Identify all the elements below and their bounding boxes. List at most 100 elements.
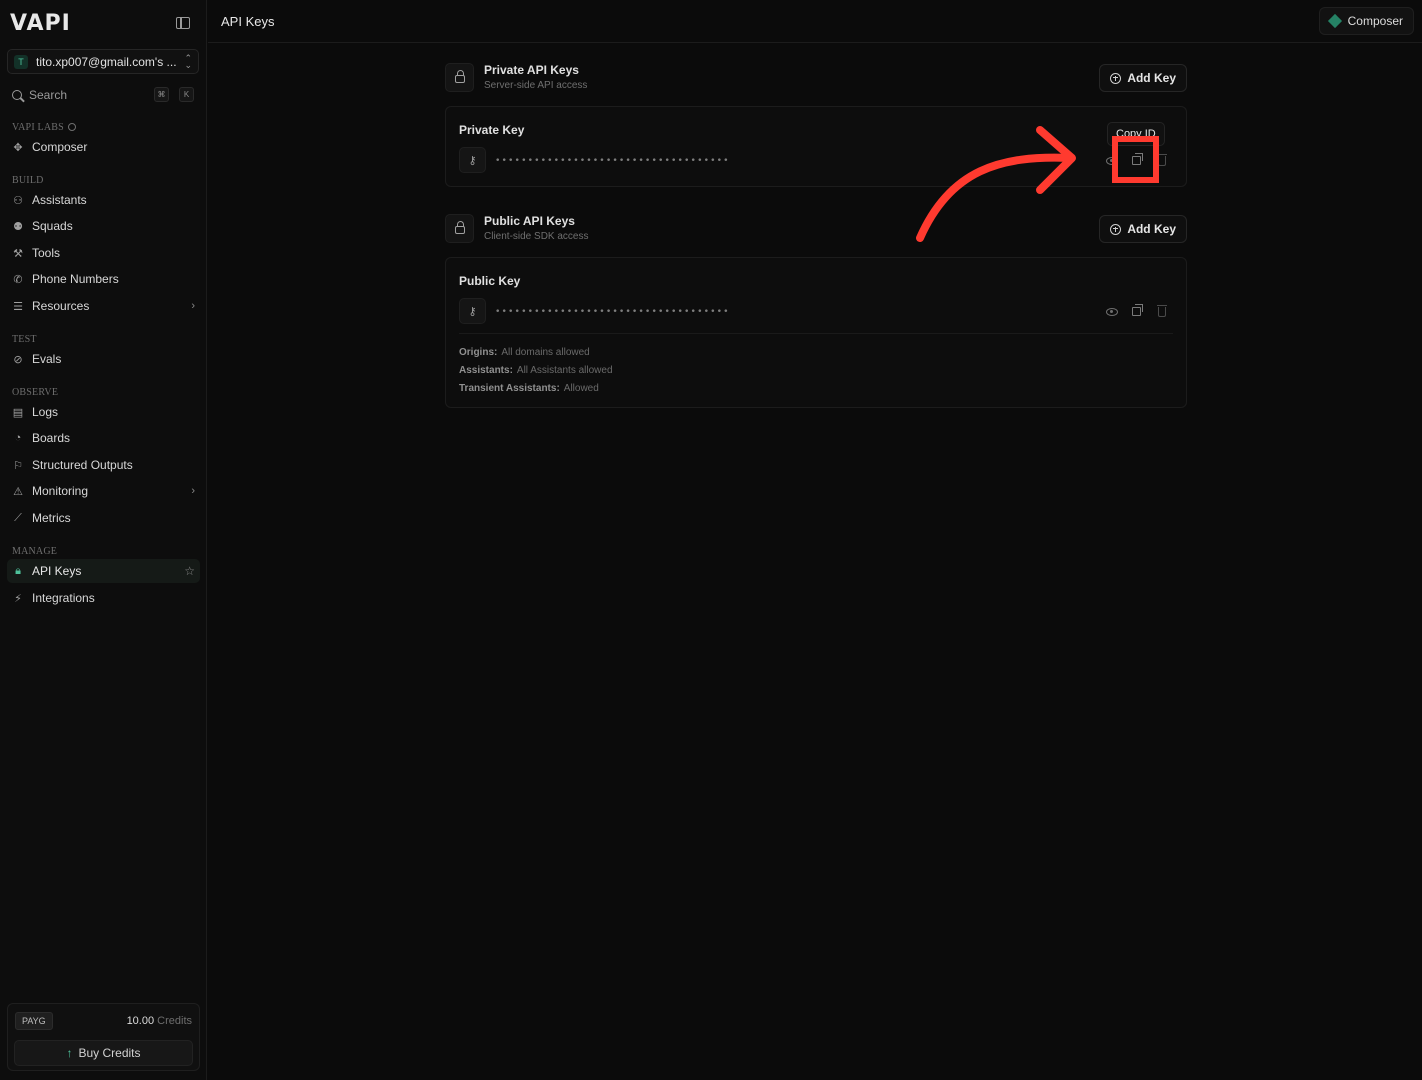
plus-circle-icon bbox=[1110, 72, 1122, 84]
chevron-right-icon: › bbox=[191, 485, 195, 497]
show-key-button[interactable] bbox=[1105, 154, 1118, 167]
section-label-test: TEST bbox=[12, 334, 37, 345]
sidebar-item-label: Phone Numbers bbox=[32, 272, 119, 286]
private-key-card: Private Key ⚷ ••••••••••••••••••••••••••… bbox=[445, 106, 1187, 187]
sidebar-item-label: Tools bbox=[32, 246, 61, 260]
star-icon[interactable]: ☆ bbox=[184, 564, 195, 578]
page-title: API Keys bbox=[221, 14, 275, 29]
sidebar-item-label: Resources bbox=[32, 299, 90, 313]
sliders-icon: ☰ bbox=[13, 300, 23, 313]
sidebar-item-label: Monitoring bbox=[32, 484, 89, 498]
arrow-up-icon: ↑ bbox=[66, 1046, 73, 1060]
plan-badge: PAYG bbox=[15, 1012, 53, 1030]
topbar: API Keys Composer bbox=[208, 0, 1422, 43]
trash-icon bbox=[1156, 304, 1167, 317]
search-input[interactable]: Search ⌘ K bbox=[7, 82, 199, 107]
add-public-key-button[interactable]: Add Key bbox=[1099, 215, 1187, 243]
show-key-button[interactable] bbox=[1105, 305, 1118, 318]
sidebar-item-label: Evals bbox=[32, 352, 62, 366]
sidebar-item-label: Assistants bbox=[32, 193, 87, 207]
public-keys-title: Public API Keys bbox=[484, 214, 575, 228]
wrench-icon: ⚒ bbox=[13, 247, 23, 260]
sidebar-item-api-keys[interactable]: 🔒︎ API Keys ☆ bbox=[7, 559, 200, 583]
add-private-key-button[interactable]: Add Key bbox=[1099, 64, 1187, 92]
private-key-title: Private Key bbox=[459, 123, 525, 137]
eye-icon bbox=[1105, 156, 1118, 165]
sidebar-item-metrics[interactable]: ⟋ Metrics bbox=[7, 506, 200, 530]
sidebar-item-composer[interactable]: ✥ Composer bbox=[7, 135, 200, 159]
sidebar-item-tools[interactable]: ⚒ Tools bbox=[7, 241, 200, 265]
assistants-row: Assistants: All Assistants allowed bbox=[459, 365, 613, 376]
sidebar-item-assistants[interactable]: ⚇ Assistants bbox=[7, 188, 200, 212]
search-placeholder: Search bbox=[29, 87, 68, 102]
composer-button[interactable]: Composer bbox=[1318, 7, 1414, 35]
sidebar-item-label: Metrics bbox=[32, 511, 71, 525]
sidebar-item-phone-numbers[interactable]: ✆ Phone Numbers bbox=[7, 267, 200, 291]
section-label-manage: MANAGE bbox=[12, 546, 58, 557]
lock-icon bbox=[454, 221, 465, 234]
kbd-cmd: ⌘ bbox=[154, 87, 169, 102]
sidebar-item-monitoring[interactable]: ⚠ Monitoring › bbox=[7, 479, 200, 503]
lock-icon: 🔒︎ bbox=[15, 564, 21, 577]
sidebar-item-resources[interactable]: ☰ Resources › bbox=[7, 294, 200, 318]
card-divider bbox=[459, 333, 1173, 334]
public-key-title: Public Key bbox=[459, 274, 521, 288]
transient-assistants-row: Transient Assistants: Allowed bbox=[459, 383, 599, 394]
copy-icon bbox=[1132, 153, 1143, 165]
gauge-icon: ◔ bbox=[14, 432, 22, 444]
credit-balance: 10.00 Credits bbox=[126, 1015, 192, 1027]
sidebar-item-label: Squads bbox=[32, 219, 73, 233]
composer-button-label: Composer bbox=[1347, 14, 1403, 28]
composer-icon: ✥ bbox=[13, 141, 23, 154]
sidebar-item-label: Structured Outputs bbox=[32, 458, 133, 472]
search-icon bbox=[12, 89, 22, 100]
copy-icon bbox=[1132, 304, 1143, 316]
line-chart-icon: ⟋ bbox=[14, 511, 22, 524]
org-avatar: T bbox=[14, 54, 28, 69]
key-icon: ⚷ bbox=[459, 298, 486, 324]
sidebar-item-label: Composer bbox=[32, 140, 88, 154]
copy-id-tooltip: Copy ID bbox=[1107, 122, 1165, 146]
sidebar-item-integrations[interactable]: ⚡︎ Integrations bbox=[7, 586, 200, 610]
org-name: tito.xp007@gmail.com's ... bbox=[36, 54, 177, 69]
public-lock-box bbox=[445, 214, 474, 243]
private-key-masked: •••••••••••••••••••••••••••••••••••• bbox=[495, 156, 730, 166]
section-label-observe: OBSERVE bbox=[12, 387, 59, 398]
sidebar-item-squads[interactable]: ⚉ Squads bbox=[7, 214, 200, 238]
sidebar-item-structured-outputs[interactable]: ⚐ Structured Outputs bbox=[7, 453, 200, 477]
buy-credits-label: Buy Credits bbox=[78, 1046, 141, 1060]
sidebar-item-boards[interactable]: ◔ Boards bbox=[7, 426, 200, 450]
composer-diamond-icon bbox=[1327, 13, 1342, 29]
section-label-labs: VAPI LABS bbox=[12, 122, 76, 133]
public-key-actions bbox=[1105, 304, 1168, 318]
chevron-updown-icon: ⌃ ⌄ bbox=[184, 52, 192, 70]
private-keys-header: Private API Keys Server-side API access … bbox=[445, 63, 1187, 95]
public-key-card: Public Key ⚷ •••••••••••••••••••••••••••… bbox=[445, 257, 1187, 408]
private-keys-title: Private API Keys bbox=[484, 63, 579, 77]
sidebar-item-label: Boards bbox=[32, 431, 71, 445]
sidebar-toggle-icon[interactable] bbox=[176, 17, 190, 29]
logo-row: VAPI bbox=[10, 10, 196, 36]
public-keys-subtitle: Client-side SDK access bbox=[484, 231, 589, 242]
sidebar: VAPI T tito.xp007@gmail.com's ... ⌃ ⌄ Sea… bbox=[0, 0, 207, 1080]
eye-icon bbox=[1105, 307, 1118, 316]
copy-key-button[interactable] bbox=[1130, 304, 1143, 318]
chevron-right-icon: › bbox=[191, 300, 195, 312]
copy-key-button[interactable] bbox=[1130, 153, 1143, 167]
user-icon: ⚇ bbox=[13, 194, 23, 207]
check-circle-icon: ⊘ bbox=[13, 353, 23, 366]
add-key-label: Add Key bbox=[1127, 71, 1176, 85]
sidebar-item-evals[interactable]: ⊘ Evals bbox=[7, 347, 200, 371]
kbd-k: K bbox=[179, 87, 194, 102]
info-icon bbox=[67, 123, 76, 131]
buy-credits-button[interactable]: ↑ Buy Credits bbox=[14, 1040, 193, 1066]
org-switcher[interactable]: T tito.xp007@gmail.com's ... ⌃ ⌄ bbox=[7, 49, 199, 74]
key-icon: ⚷ bbox=[459, 147, 486, 173]
phone-icon: ✆ bbox=[13, 273, 23, 286]
delete-key-button[interactable] bbox=[1155, 304, 1168, 318]
sidebar-item-label: Logs bbox=[32, 405, 59, 419]
vapi-logo[interactable]: VAPI bbox=[10, 11, 71, 36]
delete-key-button[interactable] bbox=[1155, 153, 1168, 167]
sidebar-item-logs[interactable]: ▤ Logs bbox=[7, 400, 200, 424]
lock-icon bbox=[454, 70, 465, 83]
